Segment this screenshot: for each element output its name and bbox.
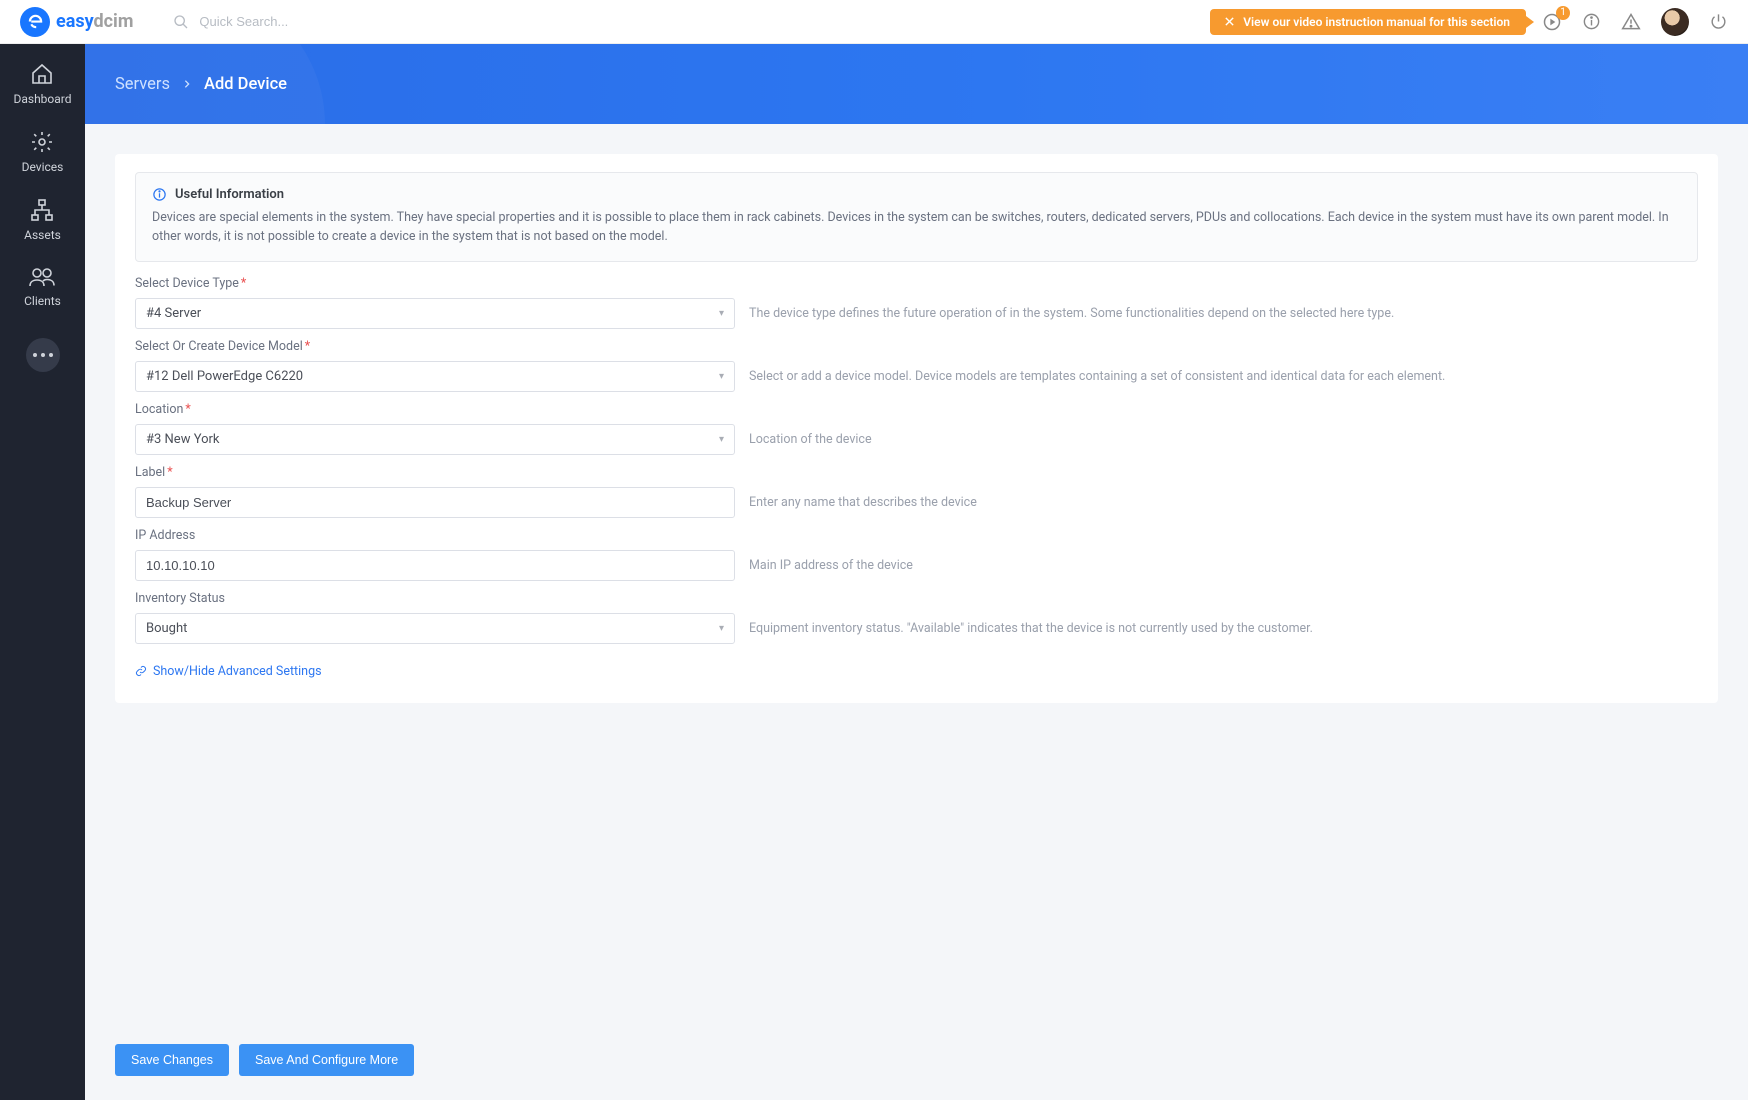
location-select[interactable]: #3 New York ▾ [135,424,735,455]
inventory-help: Equipment inventory status. "Available" … [749,613,1698,636]
inventory-select[interactable]: Bought ▾ [135,613,735,644]
location-label: Location* [135,402,735,417]
avatar[interactable] [1661,8,1689,36]
search-icon [173,14,189,30]
device-type-help: The device type defines the future opera… [749,298,1698,321]
breadcrumb-root[interactable]: Servers [115,75,170,94]
video-manual-banner[interactable]: View our video instruction manual for th… [1210,9,1526,35]
chevron-down-icon: ▾ [719,308,724,319]
footer-buttons: Save Changes Save And Configure More [115,1044,414,1076]
video-banner-text: View our video instruction manual for th… [1243,15,1510,29]
breadcrumb: Servers Add Device [115,75,287,94]
save-button[interactable]: Save Changes [115,1044,229,1076]
chevron-down-icon: ▾ [719,371,724,382]
location-help: Location of the device [749,424,1698,447]
gear-icon [30,130,54,154]
alert-icon[interactable] [1621,12,1641,32]
close-icon[interactable] [1224,16,1235,27]
tour-icon[interactable]: 1 [1542,12,1562,32]
info-icon[interactable] [1582,12,1601,31]
logo-text: easydcim [56,11,133,32]
topbar: easydcim View our video instruction manu… [0,0,1748,44]
users-icon [29,266,55,288]
power-icon[interactable] [1709,12,1728,31]
topbar-actions: 1 [1542,8,1728,36]
sidebar-item-devices[interactable]: Devices [22,130,64,174]
sidebar-item-assets[interactable]: Assets [24,198,61,242]
save-and-configure-button[interactable]: Save And Configure More [239,1044,414,1076]
notification-badge: 1 [1556,6,1570,20]
sidebar-item-label: Devices [22,160,64,174]
device-type-label: Select Device Type* [135,276,735,291]
main: Servers Add Device Useful Information De… [85,44,1748,1100]
sidebar-item-dashboard[interactable]: Dashboard [13,62,71,106]
link-icon [135,665,147,677]
ip-help: Main IP address of the device [749,550,1698,573]
search-input[interactable] [199,14,449,29]
sidebar-item-label: Dashboard [13,92,71,106]
device-model-select[interactable]: #12 Dell PowerEdge C6220 ▾ [135,361,735,392]
chevron-right-icon [182,79,192,89]
sidebar-item-label: Clients [24,294,61,308]
form-card: Useful Information Devices are special e… [115,154,1718,703]
device-type-select[interactable]: #4 Server ▾ [135,298,735,329]
label-help: Enter any name that describes the device [749,487,1698,510]
info-body: Devices are special elements in the syst… [152,208,1681,247]
logo-mark-icon [20,7,50,37]
label-label: Label* [135,465,735,480]
sidebar-item-clients[interactable]: Clients [24,266,61,308]
ip-label: IP Address [135,528,735,543]
sidebar-item-label: Assets [24,228,61,242]
network-icon [30,198,54,222]
sidebar-more[interactable] [26,338,60,372]
device-model-label: Select Or Create Device Model* [135,339,735,354]
chevron-down-icon: ▾ [719,434,724,445]
info-box: Useful Information Devices are special e… [135,172,1698,262]
device-model-help: Select or add a device model. Device mod… [749,361,1698,384]
chevron-down-icon: ▾ [719,623,724,634]
breadcrumb-leaf: Add Device [204,75,287,94]
info-title: Useful Information [175,187,284,202]
home-icon [30,62,54,86]
inventory-label: Inventory Status [135,591,735,606]
sidebar: Dashboard Devices Assets Clients [0,44,85,1100]
label-input[interactable] [135,487,735,518]
ip-input[interactable] [135,550,735,581]
info-icon [152,187,167,202]
search[interactable] [173,14,449,30]
advanced-settings-toggle[interactable]: Show/Hide Advanced Settings [135,664,322,679]
page-header: Servers Add Device [85,44,1748,124]
logo[interactable]: easydcim [20,7,133,37]
